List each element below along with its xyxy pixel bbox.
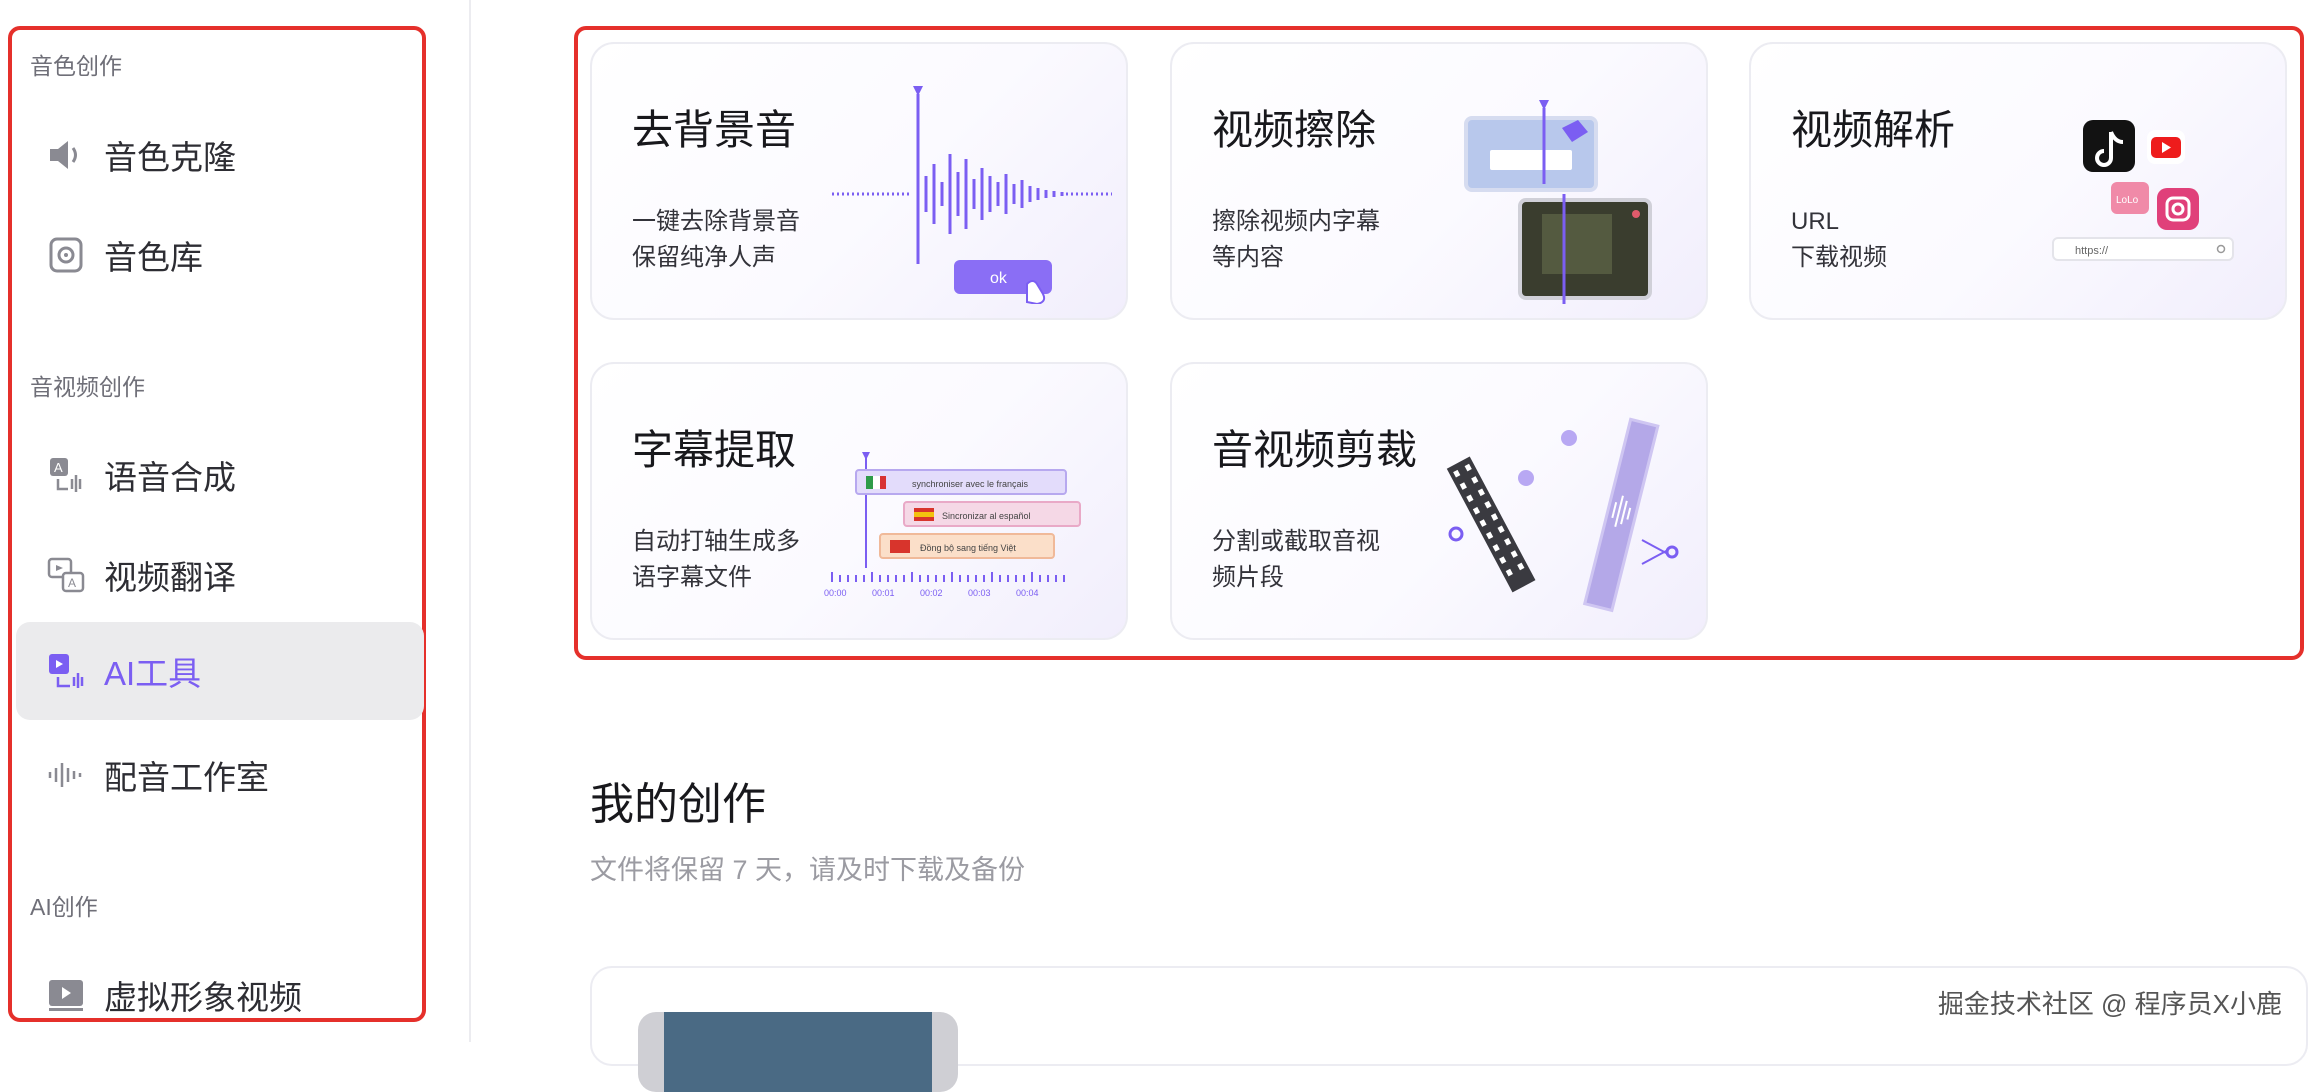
- time-tick-label: 00:02: [920, 588, 943, 598]
- trim-illustration: [1446, 417, 1679, 613]
- tool-card-video-erase[interactable]: 视频擦除 擦除视频内字幕 等内容: [1170, 42, 1708, 320]
- time-tick-label: 00:01: [872, 588, 895, 598]
- sidebar: 音色创作 音色克隆 音色库 音视频创作 A 语音合成 A 视频翻译 AI工具 配…: [0, 0, 471, 1042]
- sidebar-item-avatar-video[interactable]: 虚拟形象视频: [16, 946, 424, 1044]
- sidebar-item-label: 语音合成: [104, 459, 236, 496]
- tool-title: 去背景音: [632, 107, 796, 153]
- watermark: 掘金技术社区 @ 程序员X小鹿: [1937, 989, 2282, 1019]
- waveform-illustration: ok: [832, 86, 1112, 304]
- video-erase-illustration: [1464, 100, 1652, 304]
- sidebar-item-voice-clone[interactable]: 音色克隆: [16, 106, 424, 204]
- tool-card-av-trim[interactable]: 音视频剪裁 分割或截取音视 频片段: [1170, 362, 1708, 640]
- sidebar-item-video-translate[interactable]: A 视频翻译: [16, 526, 424, 624]
- tool-desc: 分割或截取音视 频片段: [1212, 528, 1380, 591]
- url-field-illustration: https://: [2075, 245, 2109, 257]
- time-tick-label: 00:00: [824, 588, 847, 598]
- disc-icon: [49, 237, 83, 273]
- tool-desc: URL 下载视频: [1791, 208, 1887, 271]
- time-tick-label: 00:04: [1016, 588, 1039, 598]
- sidebar-item-label: AI工具: [104, 655, 202, 692]
- subtitle-illustration: synchroniser avec le français Sincroniza…: [824, 452, 1081, 598]
- tool-card-video-parse[interactable]: 视频解析 URL 下载视频 LoLo https://: [1749, 42, 2287, 320]
- svg-text:A: A: [54, 460, 63, 475]
- section-label-ai: AI创作: [30, 894, 98, 920]
- sidebar-item-label: 虚拟形象视频: [104, 979, 302, 1016]
- waveform-icon: [48, 763, 82, 787]
- tool-desc: 一键去除背景音 保留纯净人声: [632, 208, 800, 271]
- tool-desc: 擦除视频内字幕 等内容: [1212, 208, 1380, 271]
- my-works-title: 我的创作: [590, 780, 766, 829]
- play-icon: [49, 980, 83, 1011]
- instagram-icon: [2157, 188, 2199, 230]
- sidebar-item-tts[interactable]: A 语音合成: [16, 426, 424, 524]
- tool-title: 视频擦除: [1212, 107, 1376, 153]
- time-tick-label: 00:03: [968, 588, 991, 598]
- tool-title: 视频解析: [1791, 107, 1955, 153]
- tool-title: 字幕提取: [632, 427, 796, 473]
- section-label-voice: 音色创作: [30, 53, 122, 79]
- sidebar-item-dubbing-studio[interactable]: 配音工作室: [16, 726, 424, 824]
- subtitle-row-text: Đồng bộ sang tiếng Việt: [920, 543, 1016, 553]
- ok-button-illustration: ok: [990, 270, 1008, 287]
- subtitle-row-text: synchroniser avec le français: [912, 479, 1029, 489]
- tool-title: 音视频剪裁: [1212, 427, 1417, 473]
- video-translate-icon: A: [47, 557, 85, 593]
- section-label-av: 音视频创作: [30, 374, 145, 400]
- text-to-speech-icon: A: [50, 458, 82, 492]
- tool-card-subtitle-extract[interactable]: 字幕提取 自动打轴生成多 语字幕文件 synchroniser avec le f…: [590, 362, 1128, 640]
- ai-tools-icon: [49, 654, 84, 688]
- sidebar-item-voice-library[interactable]: 音色库: [16, 206, 424, 304]
- sidebar-item-label: 视频翻译: [104, 559, 236, 596]
- my-works-subtitle: 文件将保留 7 天，请及时下载及备份: [590, 855, 1026, 885]
- tool-card-remove-background[interactable]: 去背景音 一键去除背景音 保留纯净人声 ok: [590, 42, 1128, 320]
- sidebar-item-label: 音色库: [104, 239, 203, 276]
- svg-text:A: A: [68, 576, 76, 590]
- sidebar-item-label: 音色克隆: [104, 139, 236, 176]
- work-thumbnail[interactable]: [638, 1012, 958, 1092]
- tool-desc: 自动打轴生成多 语字幕文件: [632, 528, 800, 591]
- speaker-icon: [50, 141, 77, 169]
- sidebar-item-label: 配音工作室: [104, 759, 269, 796]
- svg-text:LoLo: LoLo: [2116, 195, 2139, 206]
- subtitle-row-text: Sincronizar al español: [942, 511, 1031, 521]
- video-parse-illustration: LoLo https://: [2052, 120, 2234, 261]
- sidebar-item-ai-tools[interactable]: AI工具: [16, 622, 424, 720]
